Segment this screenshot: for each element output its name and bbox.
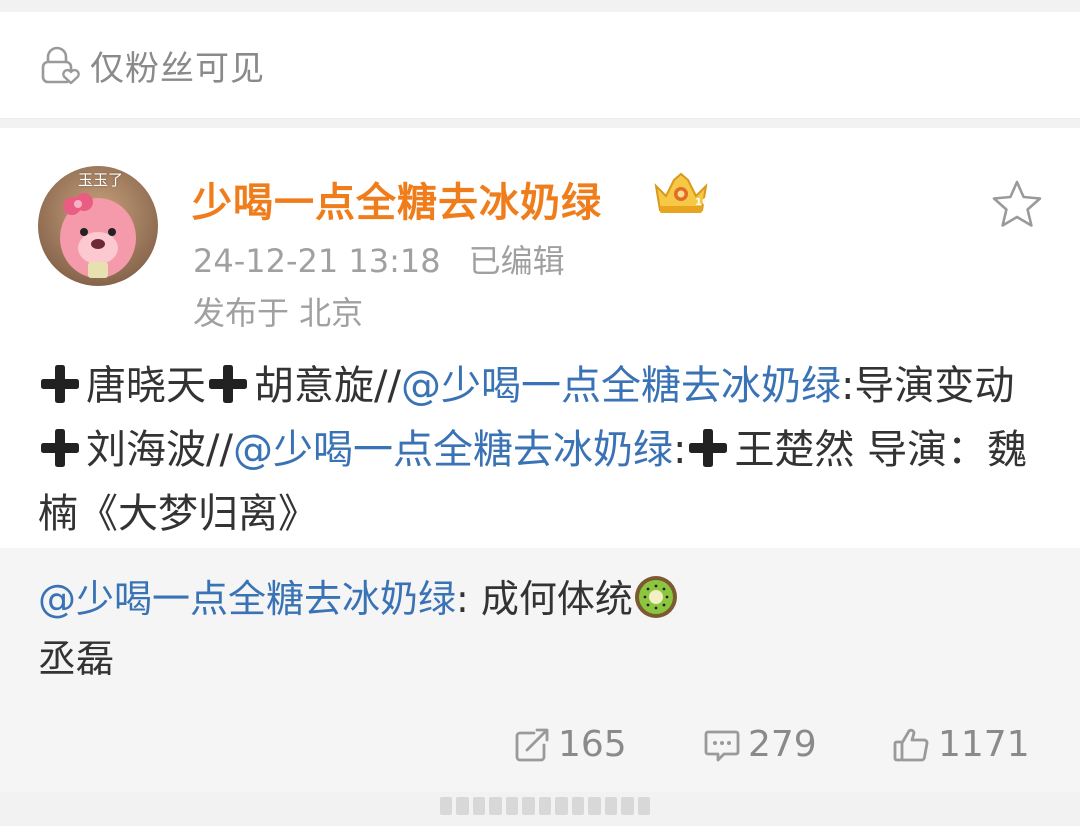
mention-link[interactable]: @少喝一点全糖去冰奶绿 (233, 427, 673, 473)
plus-icon (41, 429, 79, 467)
watermark (440, 797, 651, 817)
post-location: 发布于 北京 (193, 294, 364, 332)
visibility-bar: 仅粉丝可见 (0, 12, 1080, 119)
repost-button[interactable]: 165 (512, 724, 627, 765)
thumbs-up-icon (893, 728, 929, 761)
action-bar: 165 279 1171 (0, 724, 1080, 784)
mention-link[interactable]: @少喝一点全糖去冰奶绿 (38, 577, 456, 621)
mention-link[interactable]: @少喝一点全糖去冰奶绿 (401, 363, 841, 409)
comment-count: 279 (748, 724, 817, 765)
like-count: 1171 (938, 724, 1030, 765)
content-text: :导演变动 (840, 363, 1015, 409)
page: 仅粉丝可见 玉玉了 少喝一点全糖去冰奶绿 10 24-12-21 13:18 已… (0, 0, 1080, 826)
kiwi-icon (634, 576, 677, 618)
comment-button[interactable]: 279 (702, 724, 817, 765)
post-content: 唐晓天 胡意旋//@少喝一点全糖去冰奶绿:导演变动刘海波//@少喝一点全糖去冰奶绿… (38, 354, 1048, 546)
quoted-text-line2: 丞磊 (38, 637, 115, 681)
content-text: 唐晓天 (86, 363, 206, 409)
author-name[interactable]: 少喝一点全糖去冰奶绿 (192, 170, 602, 228)
lock-heart-icon (41, 46, 80, 85)
plus-icon (209, 365, 247, 403)
edited-label[interactable]: 已编辑 (469, 242, 565, 280)
visibility-label: 仅粉丝可见 (90, 48, 265, 89)
quoted-text: : 成何体统 (456, 577, 633, 621)
repost-icon (515, 728, 549, 761)
content-text: 胡意旋// (254, 363, 401, 409)
post-card[interactable]: 玉玉了 少喝一点全糖去冰奶绿 10 24-12-21 13:18 已编辑 发布于 … (0, 128, 1080, 792)
like-button[interactable]: 1171 (892, 724, 1030, 765)
svg-text:10: 10 (695, 197, 709, 208)
crown-badge-icon[interactable]: 10 (652, 172, 710, 216)
plus-icon (41, 365, 79, 403)
repost-count: 165 (558, 724, 627, 765)
quoted-post[interactable]: @少喝一点全糖去冰奶绿: 成何体统 丞磊 165 279 1171 (0, 548, 1080, 792)
content-text: : (672, 427, 687, 473)
post-meta: 24-12-21 13:18 已编辑 (193, 236, 565, 282)
avatar-tag: 玉玉了 (78, 171, 124, 189)
quoted-post-line: @少喝一点全糖去冰奶绿: 成何体统 (38, 568, 679, 623)
post-timestamp: 24-12-21 13:18 (193, 242, 441, 280)
comment-icon (704, 730, 740, 761)
favorite-star-icon[interactable] (990, 178, 1044, 230)
content-text: 刘海波// (86, 427, 233, 473)
plus-icon (689, 429, 728, 467)
